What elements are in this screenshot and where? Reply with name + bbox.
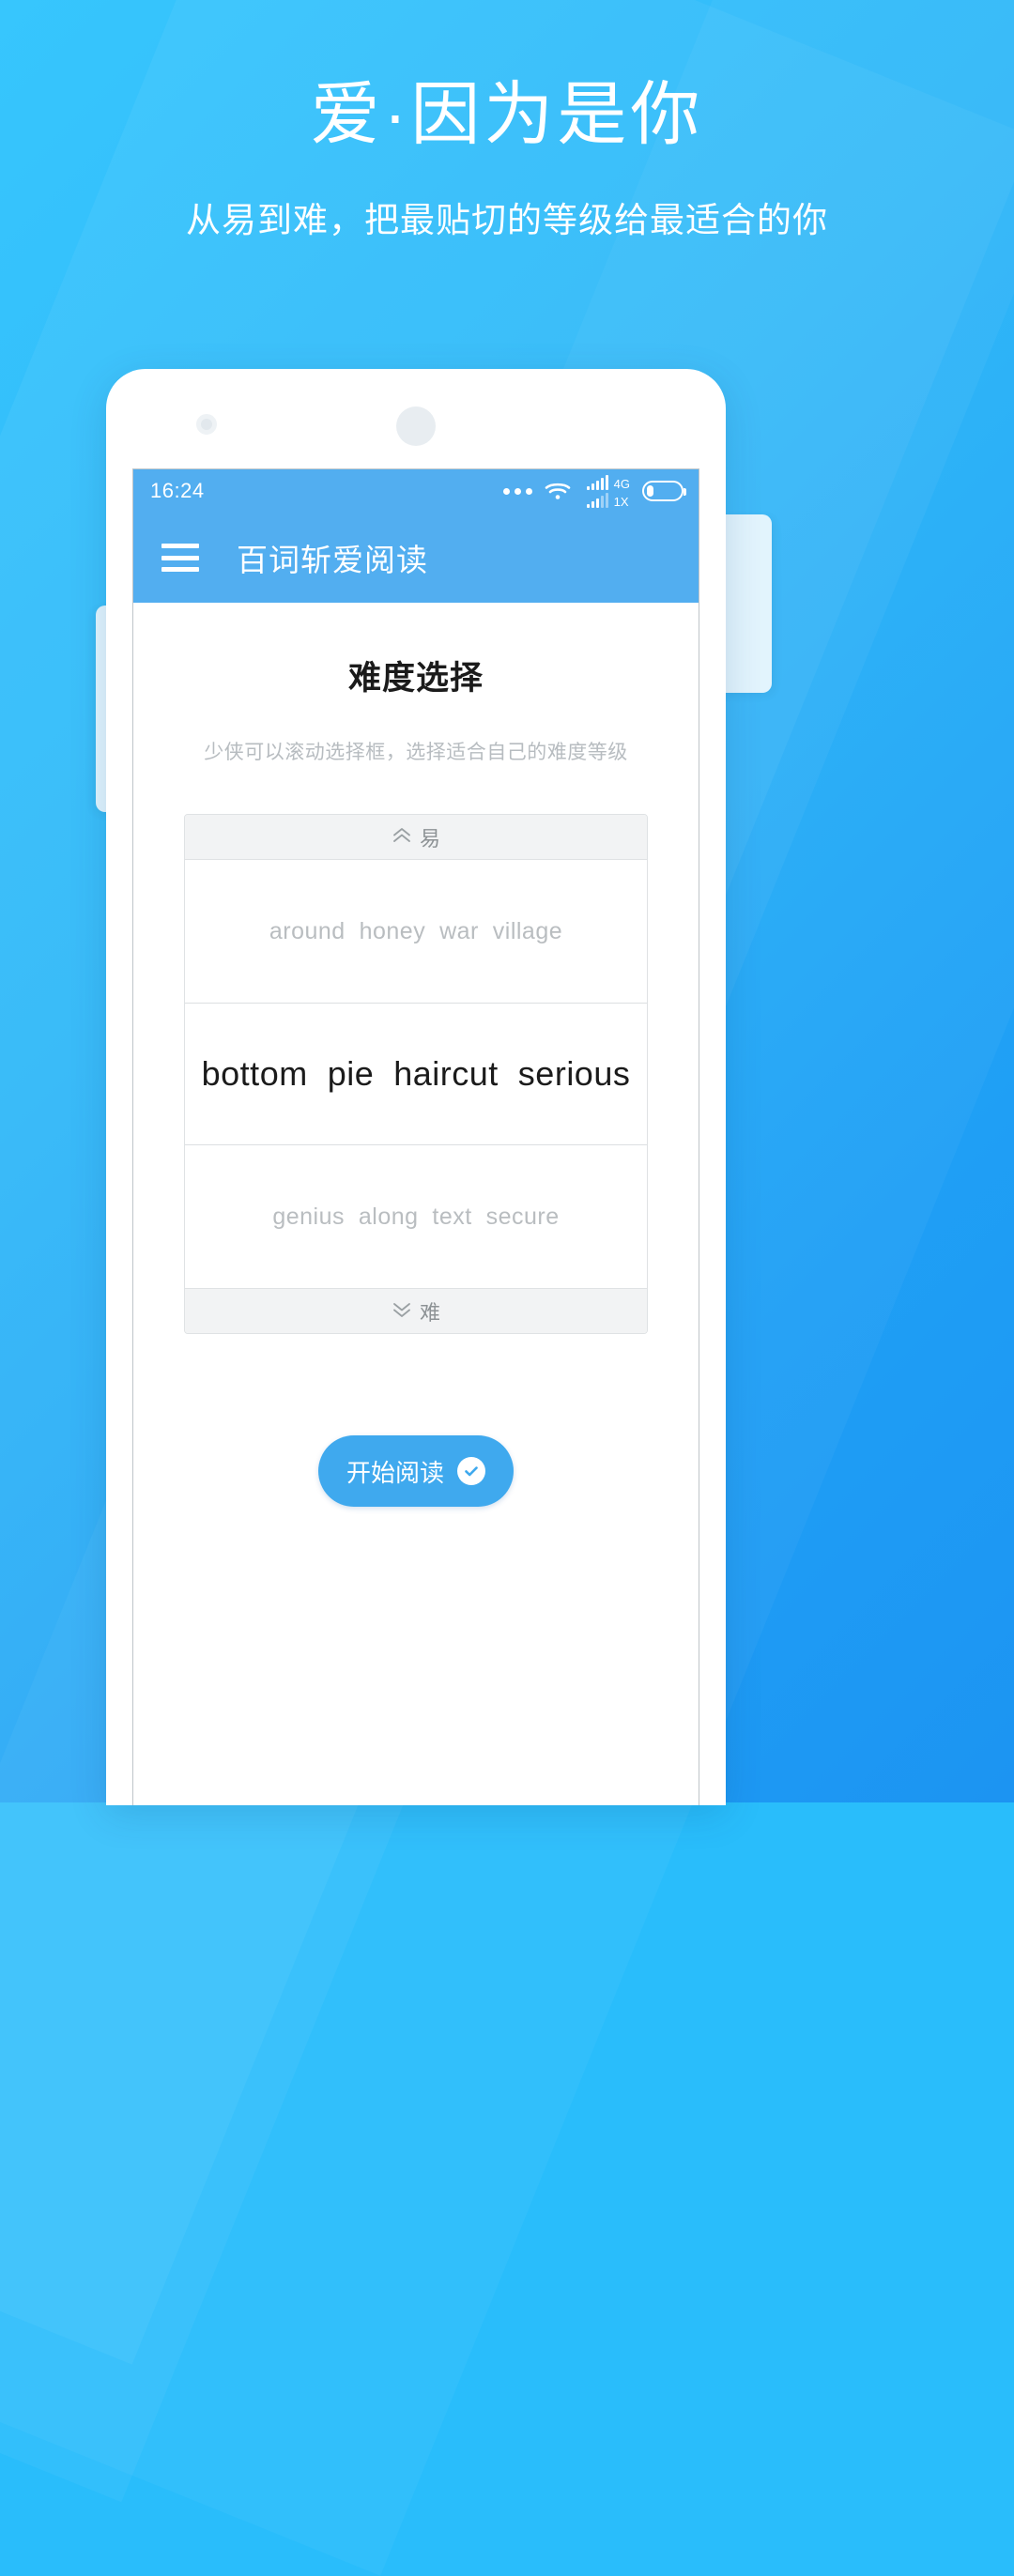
wifi-icon xyxy=(545,481,571,501)
picker-easy-header[interactable]: 易 xyxy=(185,815,647,860)
picker-hard-footer[interactable]: 难 xyxy=(185,1288,647,1333)
picker-options-list[interactable]: around honey war village bottom pie hair… xyxy=(185,860,647,1288)
promo-title: 爱·因为是你 xyxy=(310,75,704,153)
picker-hard-label: 难 xyxy=(419,1300,440,1325)
phone-screen: 16:24 4G 1X 百词斩爱阅读 难度选择 少侠可以滚动选择框，选择适合自己… xyxy=(132,468,699,1805)
status-bar-icons: 4G 1X xyxy=(502,474,686,509)
hamburger-menu-icon[interactable] xyxy=(161,544,199,572)
content-area: 难度选择 少侠可以滚动选择框，选择适合自己的难度等级 易 around hone… xyxy=(133,652,699,1805)
start-reading-button[interactable]: 开始阅读 xyxy=(318,1435,514,1507)
signal-strength-icon: 4G 1X xyxy=(583,474,630,509)
picker-easy-label: 易 xyxy=(419,826,440,851)
phone-speaker-icon xyxy=(396,406,436,446)
page-title: 难度选择 xyxy=(347,660,484,697)
page-hint: 少侠可以滚动选择框，选择适合自己的难度等级 xyxy=(204,742,628,763)
signal-secondary-label: 1X xyxy=(613,494,629,509)
picker-option-text: around honey war village xyxy=(269,917,563,944)
phone-camera-icon xyxy=(196,414,217,435)
picker-option-text: genius along text secure xyxy=(272,1203,560,1230)
battery-icon xyxy=(642,481,686,501)
promo-subtitle: 从易到难，把最贴切的等级给最适合的你 xyxy=(186,200,828,239)
more-dots-icon xyxy=(502,487,532,495)
status-bar: 16:24 4G 1X xyxy=(133,469,699,513)
app-bar: 百词斩爱阅读 xyxy=(133,513,699,603)
phone-mockup: 16:24 4G 1X 百词斩爱阅读 难度选择 少侠可以滚动选择框，选择适合自己… xyxy=(106,369,726,1805)
difficulty-picker[interactable]: 易 around honey war village bottom pie ha… xyxy=(184,814,648,1334)
promo-headline-block: 爱·因为是你 从易到难，把最贴切的等级给最适合的你 xyxy=(0,0,1014,242)
status-time: 16:24 xyxy=(150,479,205,502)
check-circle-icon xyxy=(457,1457,485,1485)
app-title: 百词斩爱阅读 xyxy=(237,543,428,577)
picker-option-row-selected[interactable]: bottom pie haircut serious xyxy=(185,1003,647,1145)
start-reading-label: 开始阅读 xyxy=(346,1458,444,1487)
picker-option-row[interactable]: genius along text secure xyxy=(185,1145,647,1288)
chevron-double-up-icon xyxy=(392,825,412,850)
picker-option-text: bottom pie haircut serious xyxy=(201,1054,631,1093)
picker-option-row[interactable]: around honey war village xyxy=(185,860,647,1003)
chevron-double-down-icon xyxy=(392,1299,412,1324)
signal-primary-label: 4G xyxy=(613,476,630,491)
